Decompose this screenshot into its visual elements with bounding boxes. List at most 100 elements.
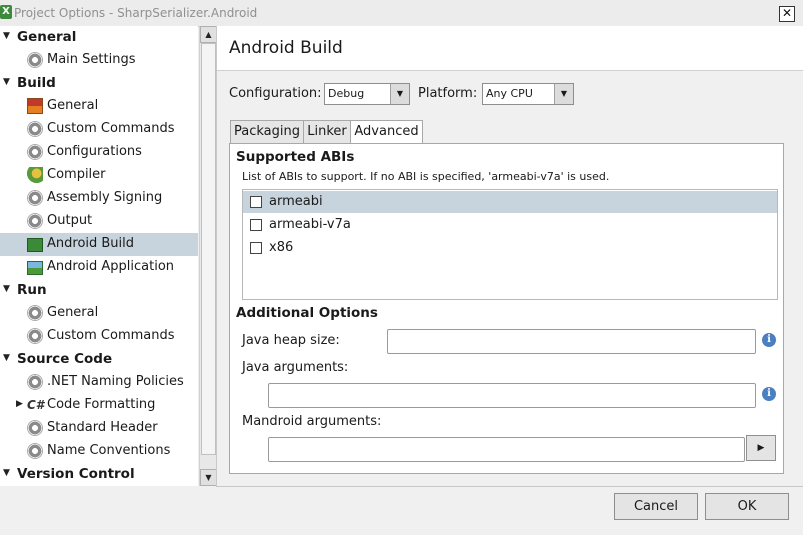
tree-item-output[interactable]: Output xyxy=(0,210,198,233)
close-icon[interactable]: ✕ xyxy=(779,6,795,22)
tree-item-run-custom-commands[interactable]: Custom Commands xyxy=(0,325,198,348)
expand-arrow-icon[interactable]: ▼ xyxy=(3,77,10,87)
tab-advanced[interactable]: Advanced xyxy=(350,120,423,144)
platform-select[interactable]: Any CPU ▼ xyxy=(482,83,574,105)
tree-section-general[interactable]: ▼ General xyxy=(0,26,198,49)
tree-item-compiler[interactable]: Compiler xyxy=(0,164,198,187)
collapsed-arrow-icon[interactable]: ▶ xyxy=(16,399,23,409)
tree-item-label: Android Application xyxy=(47,259,175,274)
expand-arrow-icon[interactable]: ▼ xyxy=(3,353,10,363)
tree-item-custom-commands[interactable]: Custom Commands xyxy=(0,118,198,141)
play-arrow-icon[interactable]: ▶ xyxy=(746,435,776,461)
additional-options-heading: Additional Options xyxy=(236,305,378,321)
tree-item-label: Configurations xyxy=(47,144,142,159)
tree-item-naming-policies[interactable]: .NET Naming Policies xyxy=(0,371,198,394)
scroll-thumb[interactable] xyxy=(201,43,216,455)
tree-item-label: .NET Naming Policies xyxy=(47,374,184,389)
tree-section-label: Source Code xyxy=(17,351,113,367)
tree-section-version-control[interactable]: ▼ Version Control xyxy=(0,463,198,486)
tree-section-build[interactable]: ▼ Build xyxy=(0,72,198,95)
platform-label: Platform: xyxy=(418,86,478,101)
configuration-label: Configuration: xyxy=(229,86,322,101)
java-arguments-input[interactable] xyxy=(268,383,756,408)
panel-header: Android Build xyxy=(217,26,803,71)
tree-item-main-settings[interactable]: Main Settings xyxy=(0,49,198,72)
gear-icon xyxy=(27,374,43,390)
abi-checkbox[interactable] xyxy=(250,219,262,231)
mandroid-arguments-label: Mandroid arguments: xyxy=(242,414,382,429)
gear-icon xyxy=(27,443,43,459)
expand-arrow-icon[interactable]: ▼ xyxy=(3,31,10,41)
gear-icon xyxy=(27,328,43,344)
configuration-select[interactable]: Debug ▼ xyxy=(324,83,410,105)
run-gear-icon xyxy=(27,305,43,321)
configuration-value: Debug xyxy=(328,87,365,100)
tree-item-name-conventions[interactable]: Name Conventions xyxy=(0,440,198,463)
tree-section-run[interactable]: ▼ Run xyxy=(0,279,198,302)
tab-packaging[interactable]: Packaging xyxy=(230,120,304,143)
abi-item-armeabi[interactable]: armeabi xyxy=(243,191,777,213)
tree-item-label: Custom Commands xyxy=(47,328,175,343)
tree-item-configurations[interactable]: Configurations xyxy=(0,141,198,164)
window-title: Project Options - SharpSerializer.Androi… xyxy=(14,6,258,20)
tree-item-standard-header[interactable]: Standard Header xyxy=(0,417,198,440)
build-bricks-icon xyxy=(27,98,43,114)
tree-section-label: Build xyxy=(17,75,56,91)
android-app-icon xyxy=(27,261,43,275)
tree-section-label: Version Control xyxy=(17,466,135,482)
tree-item-assembly-signing[interactable]: Assembly Signing xyxy=(0,187,198,210)
tree-item-code-formatting[interactable]: ▶ C# Code Formatting xyxy=(0,394,198,417)
expand-arrow-icon[interactable]: ▼ xyxy=(3,284,10,294)
abi-label: armeabi xyxy=(269,194,323,209)
java-heap-input[interactable] xyxy=(387,329,756,354)
tree-item-label: Code Formatting xyxy=(47,397,156,412)
window-titlebar: X Project Options - SharpSerializer.Andr… xyxy=(0,0,803,27)
tree-item-label: Output xyxy=(47,213,93,228)
tree-item-label: Name Conventions xyxy=(47,443,171,458)
java-arguments-label: Java arguments: xyxy=(242,360,349,375)
chevron-down-icon[interactable]: ▼ xyxy=(390,84,409,104)
tree-item-label: General xyxy=(47,98,99,113)
tree-item-build-general[interactable]: General xyxy=(0,95,198,118)
abi-item-x86[interactable]: x86 xyxy=(243,237,777,259)
tree-item-label: Main Settings xyxy=(47,52,136,67)
tree-item-label: Standard Header xyxy=(47,420,158,435)
platform-value: Any CPU xyxy=(486,87,533,100)
android-build-icon xyxy=(27,238,43,252)
tree-item-android-build[interactable]: Android Build xyxy=(0,233,198,256)
scroll-down-arrow-icon[interactable]: ▼ xyxy=(200,469,217,486)
sidebar-scrollbar[interactable]: ▲ ▼ xyxy=(199,26,217,486)
abi-label: x86 xyxy=(269,240,294,255)
abi-item-armeabi-v7a[interactable]: armeabi-v7a xyxy=(243,214,777,236)
supported-abis-heading: Supported ABIs xyxy=(236,149,355,165)
options-panel: Android Build Configuration: Debug ▼ Pla… xyxy=(216,26,803,486)
info-icon[interactable]: i xyxy=(762,387,776,401)
mandroid-arguments-input[interactable] xyxy=(268,437,745,462)
info-icon[interactable]: i xyxy=(762,333,776,347)
chevron-down-icon[interactable]: ▼ xyxy=(554,84,573,104)
scroll-up-arrow-icon[interactable]: ▲ xyxy=(200,26,217,43)
tree-item-label: Custom Commands xyxy=(47,121,175,136)
page-title: Android Build xyxy=(229,38,343,58)
expand-arrow-icon[interactable]: ▼ xyxy=(3,468,10,478)
dialog-footer: Cancel OK xyxy=(216,486,803,535)
tree-item-label: Compiler xyxy=(47,167,106,182)
abi-list: armeabi armeabi-v7a x86 xyxy=(242,189,778,300)
tree-item-android-application[interactable]: Android Application xyxy=(0,256,198,279)
compiler-icon xyxy=(27,167,43,183)
tree-item-run-general[interactable]: General xyxy=(0,302,198,325)
abi-label: armeabi-v7a xyxy=(269,217,351,232)
abi-checkbox[interactable] xyxy=(250,242,262,254)
code-formatting-icon: C# xyxy=(27,398,45,412)
gear-icon xyxy=(27,420,43,436)
tree-section-source-code[interactable]: ▼ Source Code xyxy=(0,348,198,371)
tab-linker[interactable]: Linker xyxy=(303,120,351,143)
cancel-button[interactable]: Cancel xyxy=(614,493,698,520)
ok-button[interactable]: OK xyxy=(705,493,789,520)
gear-icon xyxy=(27,190,43,206)
java-heap-label: Java heap size: xyxy=(242,333,340,348)
gear-icon xyxy=(27,144,43,160)
abi-checkbox[interactable] xyxy=(250,196,262,208)
tree-item-label: General xyxy=(47,305,99,320)
tree-item-label: Assembly Signing xyxy=(47,190,163,205)
